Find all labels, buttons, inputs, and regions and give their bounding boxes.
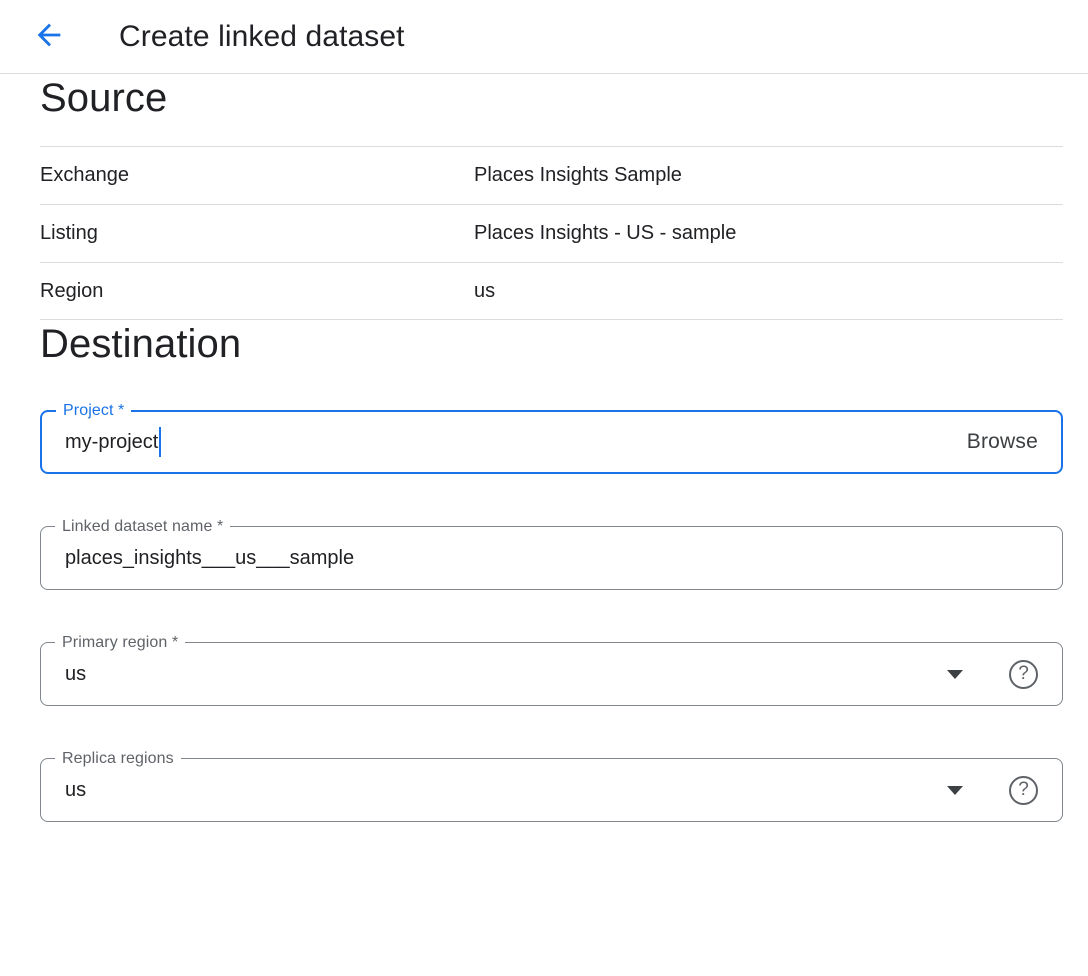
table-row-listing: Listing Places Insights - US - sample [40, 204, 1063, 262]
help-icon[interactable]: ? [1009, 776, 1038, 805]
primary-region-select[interactable]: Primary region * us ? [40, 642, 1063, 706]
content: Source Exchange Places Insights Sample L… [40, 74, 1063, 822]
replica-regions-value: us [65, 779, 86, 802]
linked-dataset-name-field[interactable]: Linked dataset name * places_insights___… [40, 526, 1063, 590]
row-label: Exchange [40, 164, 474, 187]
destination-heading: Destination [40, 320, 1063, 368]
source-table: Exchange Places Insights Sample Listing … [40, 146, 1063, 320]
chevron-down-icon[interactable] [947, 670, 963, 679]
project-input[interactable]: my-project [65, 431, 158, 454]
row-value: us [474, 280, 495, 303]
source-heading: Source [40, 74, 1063, 122]
chevron-down-icon[interactable] [947, 786, 963, 795]
linked-dataset-name-input[interactable]: places_insights___us___sample [65, 547, 354, 570]
project-field-label: Project * [56, 402, 131, 420]
primary-region-value: us [65, 663, 86, 686]
table-row-exchange: Exchange Places Insights Sample [40, 146, 1063, 204]
browse-button[interactable]: Browse [967, 430, 1038, 454]
help-icon[interactable]: ? [1009, 660, 1038, 689]
project-field[interactable]: Project * my-project Browse [40, 410, 1063, 474]
row-value: Places Insights - US - sample [474, 222, 736, 245]
replica-regions-select[interactable]: Replica regions us ? [40, 758, 1063, 822]
page-header: Create linked dataset [0, 0, 1088, 74]
replica-regions-label: Replica regions [55, 750, 181, 768]
text-cursor [159, 427, 161, 457]
row-value: Places Insights Sample [474, 164, 682, 187]
linked-dataset-name-label: Linked dataset name * [55, 518, 230, 536]
primary-region-label: Primary region * [55, 634, 185, 652]
back-button[interactable] [32, 20, 66, 54]
table-row-region: Region us [40, 262, 1063, 320]
page-title: Create linked dataset [119, 20, 405, 54]
row-label: Region [40, 280, 474, 303]
arrow-back-icon [32, 18, 66, 55]
row-label: Listing [40, 222, 474, 245]
